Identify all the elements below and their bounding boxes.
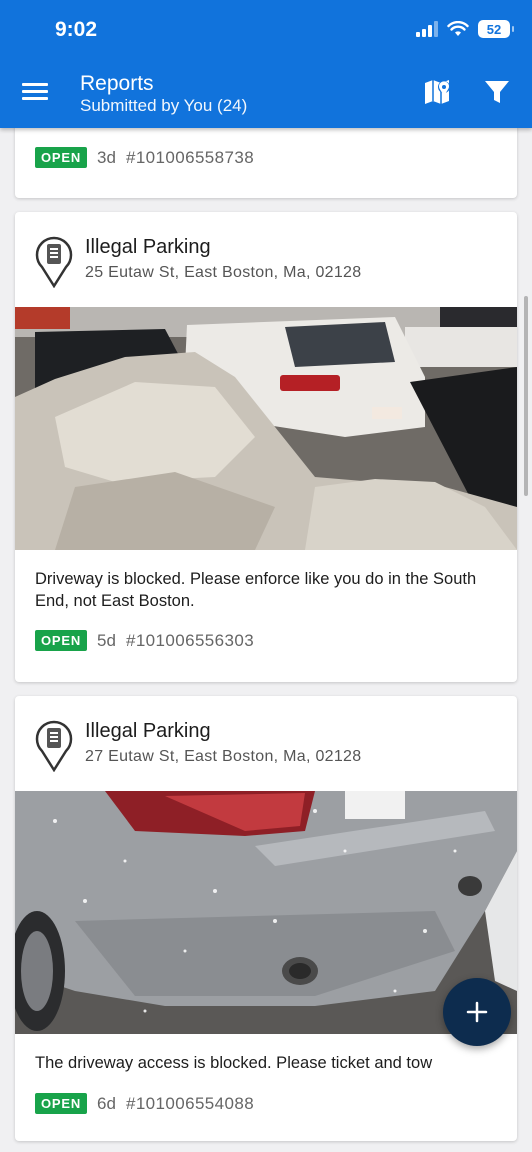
scrollbar[interactable] bbox=[524, 296, 528, 496]
report-card[interactable]: Illegal Parking 25 Eutaw St, East Boston… bbox=[15, 212, 517, 682]
location-pin-icon bbox=[35, 720, 73, 772]
cellular-signal-icon bbox=[416, 21, 438, 37]
report-description: The driveway access is blocked. Please t… bbox=[35, 1054, 433, 1072]
report-age: 3d bbox=[97, 147, 116, 167]
report-description: Driveway is blocked. Please enforce like… bbox=[35, 570, 477, 610]
wifi-icon bbox=[447, 21, 469, 36]
plus-icon bbox=[466, 1001, 488, 1023]
report-meta: OPEN 5d #101006556303 bbox=[35, 630, 254, 651]
battery-icon: 52 bbox=[478, 20, 514, 38]
report-id: #101006556303 bbox=[125, 630, 255, 650]
report-age: 6d bbox=[97, 1093, 116, 1113]
new-report-button[interactable] bbox=[443, 978, 511, 1046]
report-age: 5d bbox=[97, 630, 116, 650]
report-photo[interactable] bbox=[15, 791, 517, 1034]
report-title: Illegal Parking bbox=[85, 720, 211, 742]
report-title: Illegal Parking bbox=[85, 236, 211, 258]
battery-level: 52 bbox=[486, 21, 502, 37]
page-subtitle: Submitted by You (24) bbox=[80, 96, 248, 115]
report-id: #101006558738 bbox=[125, 147, 255, 167]
report-photo-image bbox=[15, 791, 517, 1034]
app-bar: 9:02 52 Reports Submitted by You (24) bbox=[0, 0, 532, 128]
report-photo-image bbox=[15, 307, 517, 550]
status-badge: OPEN bbox=[35, 1093, 88, 1114]
page-title: Reports bbox=[80, 72, 154, 95]
status-badge: OPEN bbox=[35, 147, 88, 168]
report-card[interactable]: Illegal Parking 27 Eutaw St, East Boston… bbox=[15, 696, 517, 1141]
report-header: Illegal Parking 25 Eutaw St, East Boston… bbox=[15, 212, 517, 307]
location-pin-icon bbox=[35, 236, 73, 288]
map-icon[interactable] bbox=[422, 76, 454, 108]
report-photo[interactable] bbox=[15, 307, 517, 550]
status-badge: OPEN bbox=[35, 630, 88, 651]
filter-icon[interactable] bbox=[483, 78, 511, 106]
report-address: 25 Eutaw St, East Boston, Ma, 02128 bbox=[85, 264, 362, 281]
report-header: Illegal Parking 27 Eutaw St, East Boston… bbox=[15, 696, 517, 791]
menu-button[interactable] bbox=[22, 80, 48, 106]
status-time: 9:02 bbox=[55, 18, 98, 41]
status-icons: 52 bbox=[416, 20, 514, 38]
report-id: #101006554088 bbox=[125, 1093, 255, 1113]
report-meta: OPEN 6d #101006554088 bbox=[35, 1093, 254, 1114]
report-meta: OPEN 3d #101006558738 bbox=[35, 147, 254, 168]
report-address: 27 Eutaw St, East Boston, Ma, 02128 bbox=[85, 748, 362, 765]
